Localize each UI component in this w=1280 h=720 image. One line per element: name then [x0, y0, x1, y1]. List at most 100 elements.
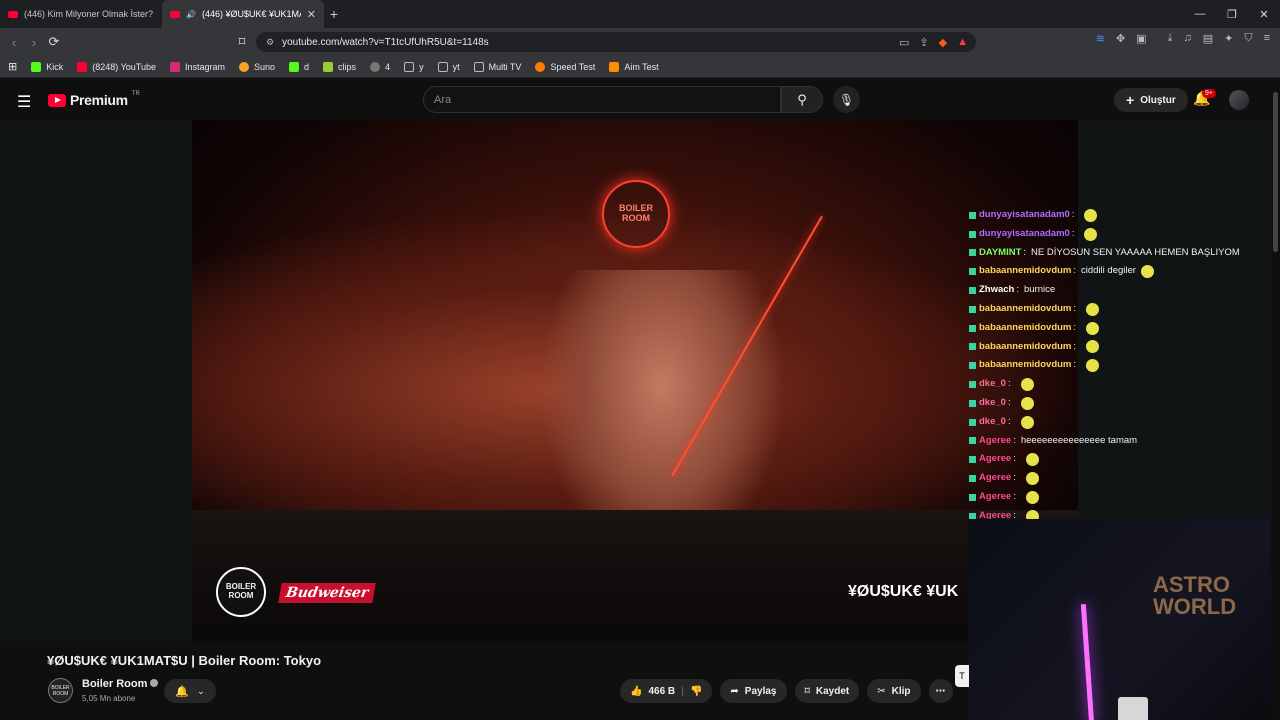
channel-name[interactable]: Boiler Room: [82, 678, 147, 690]
address-bar[interactable]: ⚙ youtube.com/watch?v=T1tcUfUhR5U&t=1148…: [256, 32, 976, 52]
user-avatar[interactable]: [1229, 90, 1249, 110]
music-icon[interactable]: ♫: [1183, 32, 1191, 45]
chat-message: dke_0:: [969, 394, 1269, 413]
youtube-premium-logo[interactable]: Premium TR: [48, 91, 140, 108]
cast-icon[interactable]: ▭: [899, 36, 909, 49]
chat-separator: :: [1071, 209, 1075, 220]
search-button[interactable]: ⚲: [781, 86, 823, 113]
bookmark-kick[interactable]: Kick: [31, 61, 63, 72]
close-window-button[interactable]: ✕: [1248, 0, 1280, 28]
chat-username: Zhwach: [979, 284, 1015, 296]
bookmark-speed-test[interactable]: Speed Test: [535, 61, 595, 72]
search-icon: ⚲: [797, 91, 807, 107]
stream-chat-overlay: dunyayisatanadam0: dunyayisatanadam0: DAYM…: [969, 206, 1269, 526]
back-button[interactable]: ‹: [4, 35, 24, 50]
chat-text: ciddili degiler: [1081, 265, 1136, 277]
emote-icon: [1086, 359, 1100, 373]
channel-avatar[interactable]: BOILER ROOM: [48, 678, 73, 703]
voice-search-button[interactable]: 🎙: [833, 86, 860, 113]
logo-region: TR: [131, 91, 140, 97]
youtube-favicon-icon: [8, 10, 18, 18]
minimize-button[interactable]: —: [1184, 0, 1216, 28]
chat-separator: :: [1007, 396, 1011, 408]
chat-badge-icon: [969, 475, 976, 483]
new-tab-button[interactable]: +: [324, 6, 344, 22]
share-icon[interactable]: ⇪: [919, 36, 928, 49]
speed-test-icon: [535, 61, 546, 72]
download-icon[interactable]: ⤓: [1168, 32, 1173, 45]
bookmark-instagram[interactable]: Instagram: [169, 61, 225, 72]
chat-badge-icon: [969, 362, 976, 370]
more-actions-button[interactable]: ⋯: [928, 679, 953, 703]
url-text: youtube.com/watch?v=T1tcUfUhR5U&t=1148s: [282, 36, 489, 48]
bookmark-folder-yt[interactable]: yt: [437, 61, 460, 72]
chat-message: dke_0:: [969, 413, 1269, 432]
search-input[interactable]: Ara: [423, 86, 781, 113]
share-button[interactable]: ➦ Paylaş: [720, 679, 787, 703]
bookmark-suno[interactable]: Suno: [239, 61, 275, 72]
extensions-icon[interactable]: ✥: [1116, 32, 1125, 45]
reload-button[interactable]: ⟳: [44, 34, 64, 50]
thumbs-down-icon[interactable]: 👎: [690, 686, 702, 697]
chat-separator: :: [1073, 340, 1077, 352]
chat-separator: :: [1071, 227, 1075, 239]
channel-name-row[interactable]: Boiler Room: [82, 678, 159, 690]
close-tab-icon[interactable]: ✕: [307, 8, 316, 21]
forward-button[interactable]: ›: [24, 35, 44, 50]
video-player[interactable]: BOILER ROOM BOILER ROOM Budweiser ¥ØU$UK…: [192, 120, 1078, 641]
side-panel-tab[interactable]: T: [955, 665, 969, 687]
chat-message: dunyayisatanadam0:: [969, 225, 1269, 244]
boiler-room-sign: BOILER ROOM: [602, 180, 670, 248]
site-info-icon[interactable]: ⚙: [266, 37, 274, 48]
clip-button[interactable]: ✂ Klip: [867, 679, 921, 703]
logo-text: Premium: [70, 92, 128, 108]
tab-label: (446) Kim Milyoner Olmak İster? 1200: [24, 9, 154, 19]
chat-separator: :: [1013, 453, 1016, 465]
bookmark-icon[interactable]: ⌑: [232, 34, 252, 50]
browser-tab[interactable]: (446) Kim Milyoner Olmak İster? 1200: [0, 0, 162, 28]
emote-icon: [1086, 321, 1100, 335]
wallet-icon[interactable]: ▤: [1203, 32, 1213, 45]
bookmark-multi-tv[interactable]: Multi TV: [473, 61, 521, 72]
bookmarks-bar: ⊞ Kick (8248) YouTube Instagram Suno d c…: [0, 56, 1280, 78]
chat-badge-icon: [969, 324, 976, 332]
bookmark-youtube[interactable]: (8248) YouTube: [77, 61, 156, 72]
subscription-bell-button[interactable]: 🔔 ⌄: [164, 679, 216, 703]
emote-icon: [1086, 302, 1100, 316]
browser-menu-icon[interactable]: ≡: [1264, 32, 1270, 45]
screenshot-icon[interactable]: ▣: [1136, 32, 1146, 45]
rewards-icon[interactable]: ▲: [957, 36, 968, 49]
maximize-button[interactable]: ❐: [1216, 0, 1248, 28]
emote-icon: [1084, 208, 1098, 222]
bookmark-folder-y[interactable]: y: [404, 61, 424, 72]
chat-separator: :: [1073, 265, 1077, 277]
wifi-icon[interactable]: ≋: [1096, 32, 1105, 45]
vpn-icon[interactable]: ⛉: [1244, 32, 1252, 45]
budweiser-logo: Budweiser: [278, 583, 377, 603]
chat-username: babaannemidovdum: [979, 265, 1072, 277]
bookmark-4[interactable]: 4: [370, 61, 390, 72]
bookmark-clips[interactable]: clips: [323, 61, 356, 72]
boiler-room-watermark-logo: BOILER ROOM: [216, 567, 266, 617]
chat-message: dunyayisatanadam0:: [969, 206, 1269, 225]
chat-message: babaannemidovdum:: [969, 356, 1269, 375]
brave-shield-icon[interactable]: ◆: [939, 36, 947, 49]
chat-separator: :: [1016, 284, 1020, 296]
bookmark-d[interactable]: d: [289, 61, 309, 72]
hamburger-menu-icon[interactable]: ☰: [17, 92, 31, 112]
save-button[interactable]: ⌑ Kaydet: [794, 679, 860, 703]
scrollbar-thumb[interactable]: [1273, 92, 1278, 252]
apps-grid-icon[interactable]: ⊞: [8, 60, 17, 73]
address-bar-icons: ▭ ⇪ ◆ ▲: [899, 36, 976, 49]
speaker-icon[interactable]: 🔊: [186, 10, 196, 19]
like-button[interactable]: 👍 466 B | 👎: [620, 679, 713, 703]
chat-badge-icon: [969, 211, 976, 219]
scissors-icon: ✂: [877, 685, 886, 697]
chat-username: dke_0: [979, 415, 1006, 427]
bookmark-aim-test[interactable]: Aim Test: [609, 61, 659, 72]
chat-username: DAYMINT: [979, 246, 1022, 258]
ai-icon[interactable]: ✦: [1224, 32, 1233, 45]
browser-tab-active[interactable]: 🔊 (446) ¥ØU$UK€ ¥UK1MAT$U ✕: [162, 0, 324, 28]
chat-separator: :: [1073, 359, 1077, 371]
create-button[interactable]: + Oluştur: [1114, 88, 1188, 112]
